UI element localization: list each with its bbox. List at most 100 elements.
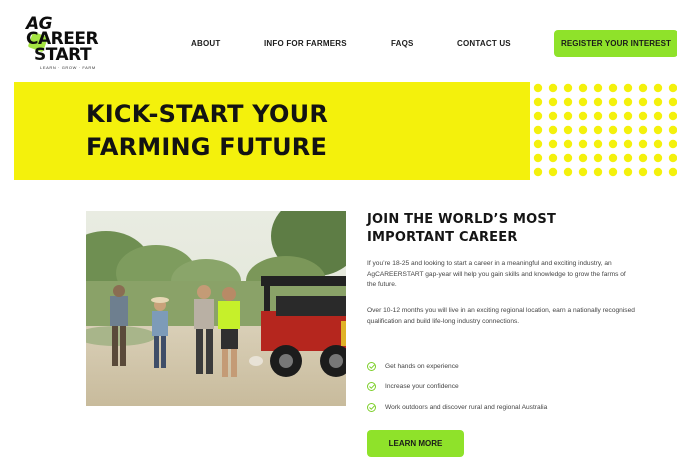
decorative-dot bbox=[623, 153, 633, 163]
checklist-item-label: Work outdoors and discover rural and reg… bbox=[385, 404, 548, 411]
top-navigation: AG CAREER START LEARN · GROW · FARM ABOU… bbox=[0, 0, 677, 82]
decorative-dot bbox=[608, 139, 618, 149]
decorative-dot bbox=[593, 167, 603, 177]
decorative-dot bbox=[608, 125, 618, 135]
decorative-dot bbox=[608, 153, 618, 163]
farm-workers-photo bbox=[86, 211, 346, 406]
decorative-dot bbox=[638, 139, 648, 149]
section-title: JOIN THE WORLD’S MOST IMPORTANT CAREER bbox=[367, 211, 627, 247]
decorative-dot bbox=[578, 167, 588, 177]
decorative-dot bbox=[608, 97, 618, 107]
decorative-dot bbox=[563, 139, 573, 149]
hero-title-line-1: KICK-START YOUR bbox=[86, 100, 329, 128]
decorative-dot bbox=[578, 125, 588, 135]
decorative-dot bbox=[548, 83, 558, 93]
nav-link-contact-us[interactable]: CONTACT US bbox=[457, 39, 511, 48]
decorative-dot bbox=[533, 139, 543, 149]
check-circle-icon bbox=[367, 403, 376, 412]
decorative-dot bbox=[533, 97, 543, 107]
decorative-dot bbox=[578, 111, 588, 121]
decorative-dot bbox=[668, 153, 677, 163]
decorative-dot bbox=[533, 83, 543, 93]
section-title-line-2: IMPORTANT CAREER bbox=[367, 230, 518, 245]
decorative-dot bbox=[653, 139, 663, 149]
nav-link-about[interactable]: ABOUT bbox=[191, 39, 220, 48]
decorative-dot bbox=[623, 167, 633, 177]
decorative-dot bbox=[593, 111, 603, 121]
decorative-dot bbox=[533, 167, 543, 177]
decorative-dot bbox=[623, 111, 633, 121]
decorative-dot bbox=[548, 167, 558, 177]
decorative-dot bbox=[608, 83, 618, 93]
decorative-dot bbox=[593, 153, 603, 163]
checklist-item: Work outdoors and discover rural and reg… bbox=[367, 403, 547, 412]
decorative-dot bbox=[563, 167, 573, 177]
decorative-dot bbox=[668, 97, 677, 107]
decorative-dot bbox=[638, 83, 648, 93]
decorative-dot bbox=[623, 97, 633, 107]
decorative-dot bbox=[563, 153, 573, 163]
decorative-dot bbox=[548, 97, 558, 107]
decorative-dot bbox=[563, 111, 573, 121]
decorative-dot bbox=[533, 111, 543, 121]
decorative-dot bbox=[608, 167, 618, 177]
decorative-dot bbox=[638, 125, 648, 135]
nav-link-info-for-farmers[interactable]: INFO FOR FARMERS bbox=[264, 39, 347, 48]
decorative-dot bbox=[608, 111, 618, 121]
hero-banner: KICK-START YOUR FARMING FUTURE bbox=[14, 82, 530, 180]
decorative-dot bbox=[578, 153, 588, 163]
decorative-dot bbox=[653, 153, 663, 163]
register-interest-button[interactable]: REGISTER YOUR INTEREST bbox=[554, 30, 677, 57]
logo-line-3: START bbox=[34, 45, 92, 65]
program-paragraph: Over 10-12 months you will live in an ex… bbox=[367, 307, 635, 325]
decorative-dot bbox=[653, 111, 663, 121]
decorative-dot bbox=[593, 97, 603, 107]
section-title-line-1: JOIN THE WORLD’S MOST bbox=[367, 212, 557, 227]
intro-paragraph: If you’re 18-25 and looking to start a c… bbox=[367, 260, 626, 289]
decorative-dot bbox=[578, 139, 588, 149]
decorative-dot bbox=[668, 83, 677, 93]
decorative-dot bbox=[653, 97, 663, 107]
decorative-dot bbox=[563, 83, 573, 93]
decorative-dot bbox=[533, 125, 543, 135]
decorative-dot bbox=[653, 125, 663, 135]
decorative-dot bbox=[668, 167, 677, 177]
decorative-dot bbox=[548, 111, 558, 121]
decorative-dot bbox=[623, 125, 633, 135]
checklist-item-label: Increase your confidence bbox=[385, 383, 459, 390]
decorative-dot-pattern bbox=[530, 82, 677, 180]
logo-tagline: LEARN · GROW · FARM bbox=[40, 65, 96, 70]
decorative-dot bbox=[638, 167, 648, 177]
decorative-dot bbox=[668, 125, 677, 135]
learn-more-button[interactable]: LEARN MORE bbox=[367, 430, 464, 457]
checklist-item: Increase your confidence bbox=[367, 382, 459, 391]
agcareerstart-logo[interactable]: AG CAREER START LEARN · GROW · FARM bbox=[26, 14, 106, 72]
hero-title-line-2: FARMING FUTURE bbox=[86, 133, 328, 161]
decorative-dot bbox=[668, 139, 677, 149]
decorative-dot bbox=[578, 97, 588, 107]
decorative-dot bbox=[563, 97, 573, 107]
decorative-dot bbox=[623, 83, 633, 93]
check-circle-icon bbox=[367, 382, 376, 391]
hero-title: KICK-START YOUR FARMING FUTURE bbox=[86, 98, 328, 164]
decorative-dot bbox=[653, 83, 663, 93]
decorative-dot bbox=[668, 111, 677, 121]
decorative-dot bbox=[578, 83, 588, 93]
decorative-dot bbox=[548, 153, 558, 163]
decorative-dot bbox=[653, 167, 663, 177]
decorative-dot bbox=[533, 153, 543, 163]
checklist-item: Get hands on experience bbox=[367, 362, 459, 371]
nav-link-faqs[interactable]: FAQS bbox=[391, 39, 414, 48]
check-circle-icon bbox=[367, 362, 376, 371]
decorative-dot bbox=[593, 125, 603, 135]
decorative-dot bbox=[548, 125, 558, 135]
decorative-dot bbox=[593, 139, 603, 149]
decorative-dot bbox=[563, 125, 573, 135]
decorative-dot bbox=[548, 139, 558, 149]
checklist-item-label: Get hands on experience bbox=[385, 363, 459, 370]
decorative-dot bbox=[623, 139, 633, 149]
decorative-dot bbox=[638, 153, 648, 163]
decorative-dot bbox=[593, 83, 603, 93]
decorative-dot bbox=[638, 97, 648, 107]
decorative-dot bbox=[638, 111, 648, 121]
